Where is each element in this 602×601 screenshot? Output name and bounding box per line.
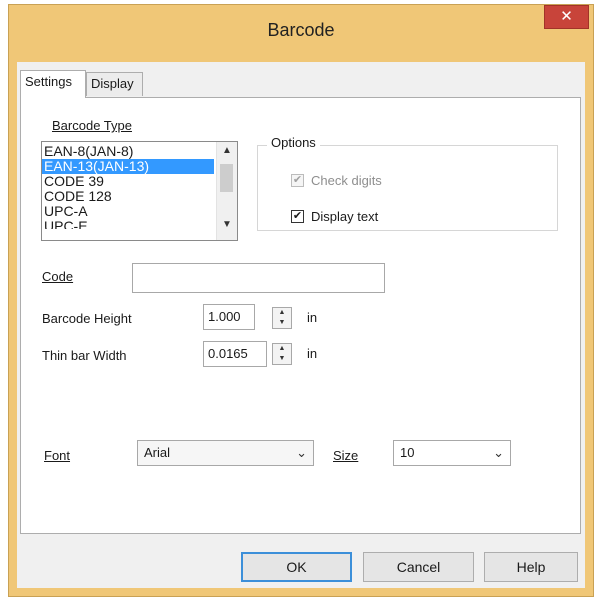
font-label: Font xyxy=(44,448,71,463)
spin-up-icon[interactable]: ▲ xyxy=(273,344,291,354)
barcode-type-label-text: Barcode Type xyxy=(52,118,132,133)
list-item[interactable]: CODE 39 xyxy=(42,174,214,189)
thin-bar-width-stepper[interactable]: ▲ ▼ xyxy=(272,343,292,365)
check-icon: ✔ xyxy=(292,174,303,186)
close-button[interactable]: ✕ xyxy=(544,5,589,29)
spin-down-icon[interactable]: ▼ xyxy=(273,354,291,364)
cancel-button[interactable]: Cancel xyxy=(363,552,474,582)
thin-bar-width-input[interactable]: 0.0165 xyxy=(203,341,267,367)
barcode-type-listbox[interactable]: EAN-8(JAN-8) EAN-13(JAN-13) CODE 39 CODE… xyxy=(41,141,238,241)
tab-display[interactable]: Display xyxy=(86,72,143,96)
font-select-value: Arial xyxy=(144,445,171,460)
size-label: Size xyxy=(333,448,359,463)
barcode-height-input[interactable]: 1.000 xyxy=(203,304,255,330)
ok-button[interactable]: OK xyxy=(241,552,352,582)
barcode-dialog: Barcode ✕ Settings Display Barcode Type … xyxy=(8,4,594,597)
display-text-label: Display text xyxy=(311,209,379,224)
listbox-scrollbar[interactable]: ▲ ▼ xyxy=(216,142,237,240)
list-item[interactable]: UPC-E xyxy=(42,219,214,229)
close-icon: ✕ xyxy=(560,8,573,25)
list-item[interactable]: UPC-A xyxy=(42,204,214,219)
barcode-height-stepper[interactable]: ▲ ▼ xyxy=(272,307,292,329)
barcode-type-label: Barcode Type xyxy=(52,118,132,133)
chevron-down-icon: ⌄ xyxy=(296,445,307,460)
spin-down-icon[interactable]: ▼ xyxy=(273,318,291,328)
scroll-thumb[interactable] xyxy=(220,164,233,192)
list-item[interactable]: CODE 128 xyxy=(42,189,214,204)
chevron-down-icon: ⌄ xyxy=(493,445,504,460)
window-title: Barcode xyxy=(267,20,335,40)
size-select[interactable]: 10 ⌄ xyxy=(393,440,511,466)
code-input[interactable] xyxy=(132,263,385,293)
font-select[interactable]: Arial ⌄ xyxy=(137,440,314,466)
size-select-value: 10 xyxy=(400,445,415,460)
thin-bar-width-label: Thin bar Width xyxy=(42,348,127,363)
title-bar[interactable]: Barcode ✕ xyxy=(9,5,593,62)
scroll-up-icon[interactable]: ▲ xyxy=(217,145,237,163)
tab-settings[interactable]: Settings xyxy=(20,70,86,98)
check-digits-checkbox[interactable]: ✔ xyxy=(291,174,304,187)
check-digits-label: Check digits xyxy=(311,173,382,188)
barcode-height-label: Barcode Height xyxy=(42,311,132,326)
options-legend: Options xyxy=(267,135,320,150)
scroll-down-icon[interactable]: ▼ xyxy=(217,219,237,237)
list-item-selected[interactable]: EAN-13(JAN-13) xyxy=(42,159,214,174)
settings-panel: Barcode Type EAN-8(JAN-8) EAN-13(JAN-13)… xyxy=(20,97,581,534)
list-item[interactable]: EAN-8(JAN-8) xyxy=(42,144,214,159)
help-button[interactable]: Help xyxy=(484,552,578,582)
display-text-checkbox[interactable]: ✔ xyxy=(291,210,304,223)
check-icon: ✔ xyxy=(292,210,303,222)
spin-up-icon[interactable]: ▲ xyxy=(273,308,291,318)
dialog-client-area: Settings Display Barcode Type EAN-8(JAN-… xyxy=(17,62,585,588)
barcode-height-unit: in xyxy=(307,310,318,325)
code-label: Code xyxy=(42,269,74,284)
thin-bar-width-unit: in xyxy=(307,346,318,361)
